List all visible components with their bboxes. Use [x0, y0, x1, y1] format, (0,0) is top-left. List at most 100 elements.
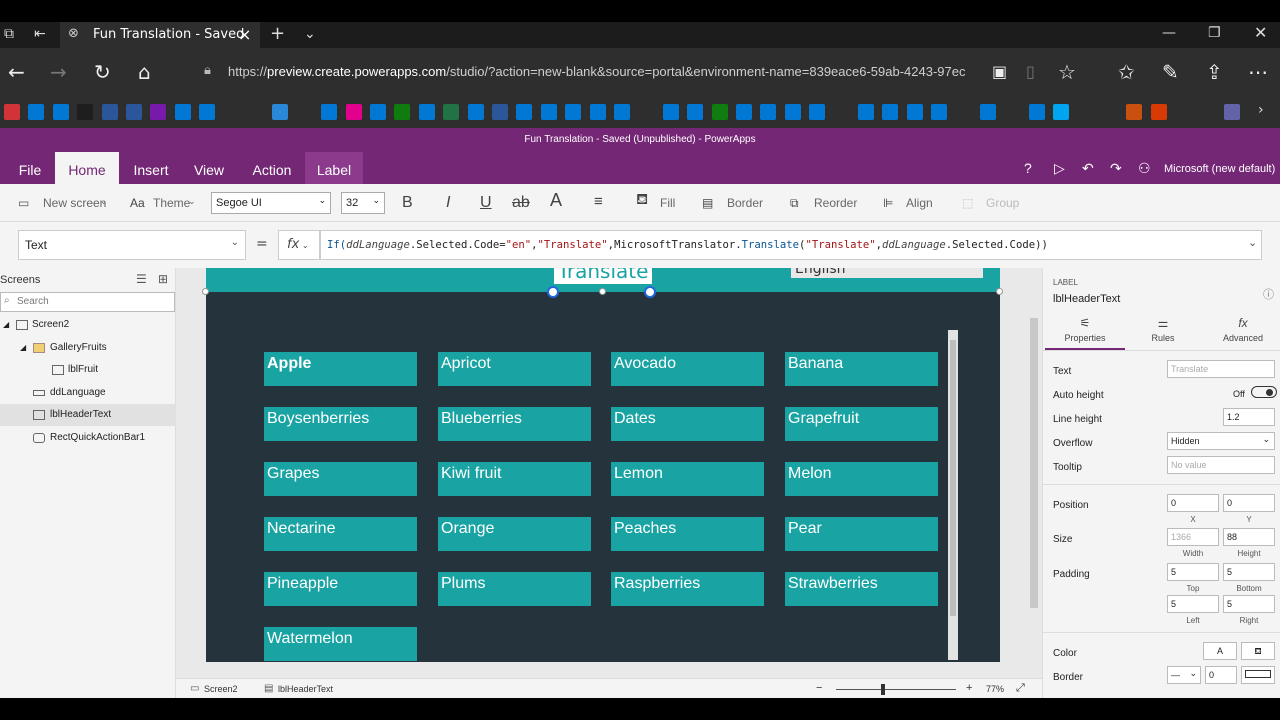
favorite-link-icon[interactable]: [931, 104, 948, 120]
environment-name[interactable]: Microsoft (new default): [1164, 163, 1275, 175]
language-dropdown[interactable]: English: [791, 268, 983, 278]
refresh-icon[interactable]: ↻: [94, 60, 111, 84]
favorite-link-icon[interactable]: [199, 104, 216, 120]
favorite-link-icon[interactable]: [418, 104, 435, 120]
share-icon[interactable]: ⇪: [1206, 60, 1223, 84]
favorite-link-icon[interactable]: [394, 104, 411, 120]
browser-tab[interactable]: ⊗ Fun Translation - Saved ×: [60, 22, 260, 48]
favorite-link-icon[interactable]: [711, 104, 728, 120]
tab-view[interactable]: View: [186, 152, 232, 184]
group-button[interactable]: Group: [986, 196, 1019, 210]
fruit-tile[interactable]: Pear: [785, 517, 938, 551]
font-color-icon[interactable]: A: [550, 190, 562, 211]
fruit-tile[interactable]: Grapes: [264, 462, 417, 496]
tree-item-rectquickactionbar1[interactable]: RectQuickActionBar1: [0, 427, 176, 449]
more-icon[interactable]: ⋯: [1248, 60, 1268, 84]
favorite-link-icon[interactable]: [4, 104, 20, 120]
favorite-link-icon[interactable]: [955, 104, 972, 120]
favorite-link-icon[interactable]: [1199, 104, 1216, 120]
favorite-link-icon[interactable]: [1126, 104, 1143, 120]
gallery-scrollbar-thumb[interactable]: [950, 340, 956, 616]
fruit-tile[interactable]: Blueberries: [438, 407, 591, 441]
favorite-link-icon[interactable]: [638, 104, 655, 120]
favorite-link-icon[interactable]: [52, 104, 69, 120]
book-icon[interactable]: ▯: [1026, 62, 1035, 81]
pen-icon[interactable]: ✎: [1162, 60, 1179, 84]
resize-handle[interactable]: [202, 288, 209, 295]
tree-item-lblheadertext[interactable]: lblHeaderText: [0, 404, 176, 426]
fruit-tile[interactable]: Grapefruit: [785, 407, 938, 441]
fruit-tile[interactable]: Strawberries: [785, 572, 938, 606]
tab-action[interactable]: Action: [244, 152, 300, 184]
position-x-input[interactable]: 0: [1167, 494, 1219, 512]
zoom-slider-thumb[interactable]: [881, 684, 885, 695]
favorite-star-icon[interactable]: ☆: [1058, 60, 1076, 84]
tab-label[interactable]: Label: [305, 152, 363, 184]
fruit-tile[interactable]: Banana: [785, 352, 938, 386]
favorite-link-icon[interactable]: [662, 104, 679, 120]
favorite-link-icon[interactable]: [1102, 104, 1118, 120]
strikethrough-icon[interactable]: ab: [512, 194, 530, 212]
favorite-link-icon[interactable]: [687, 104, 704, 120]
list-view-icon[interactable]: ☰: [136, 272, 147, 286]
tab-file[interactable]: File: [10, 152, 50, 184]
close-tab-icon[interactable]: ×: [238, 25, 251, 44]
tree-item-ddlanguage[interactable]: ddLanguage: [0, 382, 176, 404]
favorite-link-icon[interactable]: [784, 104, 801, 120]
tooltip-input[interactable]: No value: [1167, 456, 1275, 474]
more-favorites-icon[interactable]: ›: [1258, 102, 1264, 118]
auto-height-toggle[interactable]: [1251, 386, 1277, 398]
line-height-input[interactable]: 1.2: [1223, 408, 1275, 426]
status-screen[interactable]: Screen2: [204, 684, 238, 694]
fruit-tile[interactable]: Melon: [785, 462, 938, 496]
fruit-tile[interactable]: Lemon: [611, 462, 764, 496]
favorite-link-icon[interactable]: [467, 104, 484, 120]
zoom-slider[interactable]: [836, 684, 956, 695]
undo-icon[interactable]: ↶: [1082, 160, 1094, 177]
border-thickness-input[interactable]: 0: [1205, 666, 1237, 684]
favorite-link-icon[interactable]: [882, 104, 899, 120]
align-button[interactable]: Align: [906, 196, 933, 210]
padding-right-input[interactable]: 5: [1223, 595, 1275, 613]
tab-insert[interactable]: Insert: [124, 152, 178, 184]
collapse-icon[interactable]: ◢: [20, 337, 26, 359]
fruit-tile[interactable]: Pineapple: [264, 572, 417, 606]
favorite-link-icon[interactable]: [980, 104, 996, 120]
favorites-hub-icon[interactable]: ✩: [1118, 60, 1135, 84]
bold-icon[interactable]: B: [402, 194, 413, 212]
fruit-tile[interactable]: Orange: [438, 517, 591, 551]
tree-item-galleryfruits[interactable]: ◢ GalleryFruits: [0, 337, 176, 359]
help-icon[interactable]: ?: [1024, 160, 1032, 176]
tree-item-screen2[interactable]: ◢ Screen2: [0, 314, 176, 336]
resize-handle[interactable]: [599, 288, 606, 295]
zoom-out-icon[interactable]: −: [816, 682, 822, 694]
fruit-tile[interactable]: Boysenberries: [264, 407, 417, 441]
set-aside-tabs-icon[interactable]: ⇤: [34, 26, 46, 42]
resize-handle[interactable]: [644, 286, 656, 298]
favorite-link-icon[interactable]: [833, 104, 850, 120]
thumbnail-view-icon[interactable]: ⊞: [158, 272, 168, 286]
home-icon[interactable]: ⌂: [138, 60, 151, 84]
width-input[interactable]: 1366: [1167, 528, 1219, 546]
control-name[interactable]: lblHeaderText: [1053, 293, 1120, 305]
padding-bottom-input[interactable]: 5: [1223, 563, 1275, 581]
height-input[interactable]: 88: [1223, 528, 1275, 546]
favorite-link-icon[interactable]: [809, 104, 826, 120]
help-icon[interactable]: ⓘ: [1263, 286, 1274, 302]
canvas-scrollbar[interactable]: [1030, 318, 1038, 608]
font-family-select[interactable]: Segoe UI ⌄: [211, 192, 331, 214]
favorite-link-icon[interactable]: [906, 104, 923, 120]
reorder-button[interactable]: Reorder: [814, 196, 857, 210]
preview-play-icon[interactable]: ▷: [1054, 160, 1065, 177]
favorite-link-icon[interactable]: [736, 104, 752, 120]
back-icon[interactable]: ←: [8, 60, 25, 84]
fruit-tile[interactable]: Dates: [611, 407, 764, 441]
tab-actions-icon[interactable]: ⧉: [4, 26, 14, 42]
forward-icon[interactable]: →: [50, 60, 67, 84]
favorite-link-icon[interactable]: [1077, 104, 1094, 120]
favorite-link-icon[interactable]: [248, 104, 264, 120]
favorite-link-icon[interactable]: [296, 104, 313, 120]
favorite-link-icon[interactable]: [174, 104, 191, 120]
favorite-link-icon[interactable]: [760, 104, 777, 120]
position-y-input[interactable]: 0: [1223, 494, 1275, 512]
